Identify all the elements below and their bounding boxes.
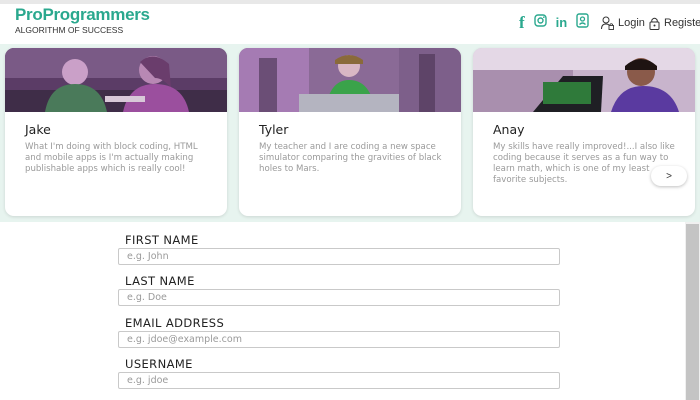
testimonial-photo bbox=[239, 48, 461, 112]
social-links: f in bbox=[519, 13, 598, 33]
testimonial-card-anay: Anay My skills have really improved!...I… bbox=[473, 48, 695, 216]
login-label: Login bbox=[618, 17, 645, 29]
first-name-field[interactable] bbox=[118, 248, 560, 265]
username-field[interactable] bbox=[118, 372, 560, 389]
user-lock-icon bbox=[601, 16, 614, 30]
registration-form: FIRST NAME LAST NAME EMAIL ADDRESS USERN… bbox=[0, 222, 685, 400]
app-icon[interactable] bbox=[576, 13, 589, 33]
testimonial-name: Anay bbox=[493, 122, 525, 137]
testimonial-photo bbox=[5, 48, 227, 112]
testimonial-name: Jake bbox=[25, 122, 51, 137]
login-link[interactable]: Login bbox=[601, 16, 645, 30]
email-field[interactable] bbox=[118, 331, 560, 348]
logo-title: ProProgrammers bbox=[15, 5, 150, 24]
first-name-label: FIRST NAME bbox=[125, 233, 199, 247]
email-label: EMAIL ADDRESS bbox=[125, 316, 225, 330]
browser-top-strip bbox=[0, 0, 700, 4]
testimonial-card-jake: Jake What I'm doing with block coding, H… bbox=[5, 48, 227, 216]
testimonial-carousel: Jake What I'm doing with block coding, H… bbox=[0, 44, 700, 222]
padlock-icon bbox=[649, 17, 660, 30]
testimonial-quote: My teacher and I are coding a new space … bbox=[259, 142, 442, 174]
last-name-label: LAST NAME bbox=[125, 274, 195, 288]
last-name-field[interactable] bbox=[118, 289, 560, 306]
testimonial-card-tyler: Tyler My teacher and I are coding a new … bbox=[239, 48, 461, 216]
testimonial-name: Tyler bbox=[259, 122, 289, 137]
register-label: Register bbox=[664, 17, 700, 29]
instagram-icon[interactable] bbox=[533, 14, 547, 32]
username-label: USERNAME bbox=[125, 357, 193, 371]
scrollbar-thumb[interactable] bbox=[686, 224, 699, 400]
testimonial-quote: What I'm doing with block coding, HTML a… bbox=[25, 142, 198, 174]
site-header: ProProgrammers ALGORITHM OF SUCCESS f in… bbox=[0, 0, 700, 44]
site-logo[interactable]: ProProgrammers ALGORITHM OF SUCCESS bbox=[15, 5, 150, 35]
chevron-right-icon: > bbox=[666, 170, 672, 182]
carousel-next-button[interactable]: > bbox=[651, 166, 687, 186]
facebook-icon[interactable]: f bbox=[519, 14, 525, 32]
linkedin-icon[interactable]: in bbox=[556, 14, 568, 32]
register-link[interactable]: Register bbox=[649, 16, 700, 30]
testimonial-photo bbox=[473, 48, 695, 112]
logo-subtitle: ALGORITHM OF SUCCESS bbox=[15, 25, 124, 35]
